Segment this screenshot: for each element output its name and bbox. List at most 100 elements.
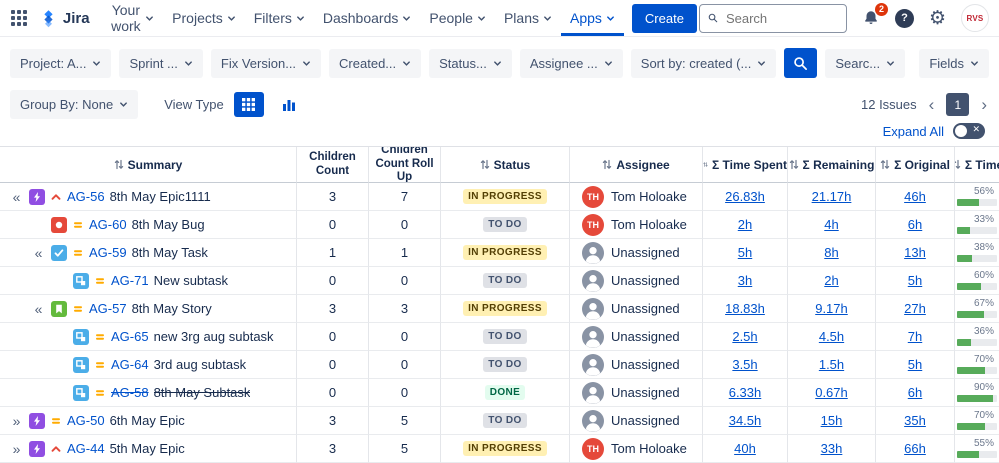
- collapse-row-chevron[interactable]: «: [9, 189, 24, 205]
- jira-logo[interactable]: Jira: [39, 9, 90, 28]
- filter-dropdown-created[interactable]: Created...: [329, 49, 421, 78]
- time-spent-link[interactable]: 3.5h: [732, 357, 757, 372]
- time-percent-cell: 33%: [955, 211, 999, 239]
- original-link[interactable]: 7h: [908, 329, 922, 344]
- nav-item-dashboards[interactable]: Dashboards: [314, 0, 421, 36]
- issue-key-link[interactable]: AG-57: [89, 301, 127, 316]
- filter-dropdown-assignee[interactable]: Assignee ...: [520, 49, 623, 78]
- header-time-spent[interactable]: Σ Time Spent: [703, 147, 788, 183]
- header-children-count[interactable]: Children Count: [297, 147, 369, 183]
- current-page-button[interactable]: 1: [946, 93, 969, 116]
- group-by-dropdown[interactable]: Group By: None: [10, 90, 138, 119]
- chevron-down-icon: [886, 59, 895, 68]
- header-remaining[interactable]: Σ Remaining: [788, 147, 876, 183]
- issue-summary: 5th May Epic: [110, 441, 185, 456]
- issue-key-link[interactable]: AG-56: [67, 189, 105, 204]
- original-link[interactable]: 13h: [904, 245, 926, 260]
- remaining-link[interactable]: 1.5h: [819, 357, 844, 372]
- expand-all-toggle[interactable]: ✕: [953, 123, 985, 139]
- remaining-link[interactable]: 4.5h: [819, 329, 844, 344]
- nav-item-plans[interactable]: Plans: [495, 0, 561, 36]
- time-spent-link[interactable]: 2h: [738, 217, 752, 232]
- remaining-link[interactable]: 4h: [824, 217, 838, 232]
- issue-key-link[interactable]: AG-71: [111, 273, 149, 288]
- expand-row-chevron[interactable]: »: [9, 441, 24, 457]
- collapse-row-chevron[interactable]: «: [31, 245, 46, 261]
- original-link[interactable]: 46h: [904, 189, 926, 204]
- prev-page-button[interactable]: ‹: [927, 96, 937, 113]
- time-spent-link[interactable]: 2.5h: [732, 329, 757, 344]
- issue-key-link[interactable]: AG-44: [67, 441, 105, 456]
- header-assignee[interactable]: Assignee: [570, 147, 703, 183]
- nav-item-people[interactable]: People: [420, 0, 495, 36]
- original-link[interactable]: 6h: [908, 385, 922, 400]
- original-cell: 66h: [876, 435, 955, 463]
- issue-key-link[interactable]: AG-65: [111, 329, 149, 344]
- time-spent-link[interactable]: 6.33h: [729, 385, 762, 400]
- remaining-link[interactable]: 9.17h: [815, 301, 848, 316]
- remaining-link[interactable]: 8h: [824, 245, 838, 260]
- fields-dropdown[interactable]: Fields: [919, 49, 989, 78]
- original-link[interactable]: 66h: [904, 441, 926, 456]
- user-avatar[interactable]: RVS: [961, 4, 989, 32]
- nav-item-your-work[interactable]: Your work: [102, 0, 164, 36]
- next-page-button[interactable]: ›: [979, 96, 989, 113]
- filter-dropdown-project[interactable]: Project: A...: [10, 49, 111, 78]
- original-link[interactable]: 6h: [908, 217, 922, 232]
- filter-dropdown-sprint[interactable]: Sprint ...: [119, 49, 202, 78]
- header-summary[interactable]: Summary: [0, 147, 297, 183]
- time-spent-link[interactable]: 40h: [734, 441, 756, 456]
- table-view-button[interactable]: [234, 92, 264, 117]
- status-cell: DONE: [441, 379, 570, 407]
- expand-all-link[interactable]: Expand All: [883, 124, 944, 139]
- chart-view-button[interactable]: [274, 92, 304, 117]
- sort-icon: [480, 159, 490, 170]
- original-link[interactable]: 5h: [908, 273, 922, 288]
- issue-summary: New subtask: [154, 273, 228, 288]
- issue-key-link[interactable]: AG-50: [67, 413, 105, 428]
- table-row: « AG-59 8th May Task 1 1 IN PROGRESS Una…: [0, 239, 999, 267]
- summary-cell: AG-58 8th May Subtask: [0, 379, 297, 407]
- notification-badge: 2: [875, 3, 888, 16]
- remaining-link[interactable]: 21.17h: [812, 189, 852, 204]
- remaining-link[interactable]: 33h: [821, 441, 843, 456]
- nav-item-projects[interactable]: Projects: [163, 0, 245, 36]
- nav-item-apps[interactable]: Apps: [561, 0, 624, 36]
- remaining-link[interactable]: 2h: [824, 273, 838, 288]
- time-spent-link[interactable]: 5h: [738, 245, 752, 260]
- time-spent-cell: 3.5h: [703, 351, 788, 379]
- collapse-row-chevron[interactable]: «: [31, 301, 46, 317]
- issue-key-link[interactable]: AG-59: [89, 245, 127, 260]
- help-icon[interactable]: ?: [895, 9, 914, 28]
- original-link[interactable]: 35h: [904, 413, 926, 428]
- filter-search-button[interactable]: [784, 48, 817, 78]
- header-time-percent[interactable]: Σ Time: [955, 147, 999, 183]
- original-link[interactable]: 5h: [908, 357, 922, 372]
- original-link[interactable]: 27h: [904, 301, 926, 316]
- filter-dropdown-fix-version[interactable]: Fix Version...: [211, 49, 321, 78]
- issue-key-link[interactable]: AG-60: [89, 217, 127, 232]
- time-spent-link[interactable]: 26.83h: [725, 189, 765, 204]
- time-spent-link[interactable]: 18.83h: [725, 301, 765, 316]
- remaining-link[interactable]: 0.67h: [815, 385, 848, 400]
- header-original[interactable]: Σ Original: [876, 147, 955, 183]
- time-spent-link[interactable]: 3h: [738, 273, 752, 288]
- search-input[interactable]: [724, 10, 838, 27]
- app-switcher-icon[interactable]: [10, 8, 29, 28]
- saved-search-dropdown[interactable]: Searc...: [825, 49, 905, 78]
- filter-dropdown-sort-by[interactable]: Sort by: created (...: [631, 49, 777, 78]
- notifications-bell-icon[interactable]: 2: [862, 9, 880, 27]
- create-button[interactable]: Create: [632, 4, 697, 33]
- issue-key-link[interactable]: AG-64: [111, 357, 149, 372]
- expand-row-chevron[interactable]: »: [9, 413, 24, 429]
- time-spent-link[interactable]: 34.5h: [729, 413, 762, 428]
- nav-item-filters[interactable]: Filters: [245, 0, 314, 36]
- filter-dropdown-label: Project: A...: [20, 56, 86, 71]
- header-children-rollup[interactable]: Children Count Roll Up: [369, 147, 441, 183]
- remaining-link[interactable]: 15h: [821, 413, 843, 428]
- header-status[interactable]: Status: [441, 147, 570, 183]
- settings-gear-icon[interactable]: ⚙: [929, 9, 946, 28]
- filter-dropdown-status[interactable]: Status...: [429, 49, 512, 78]
- issue-key-link[interactable]: AG-58: [111, 385, 149, 400]
- original-cell: 13h: [876, 239, 955, 267]
